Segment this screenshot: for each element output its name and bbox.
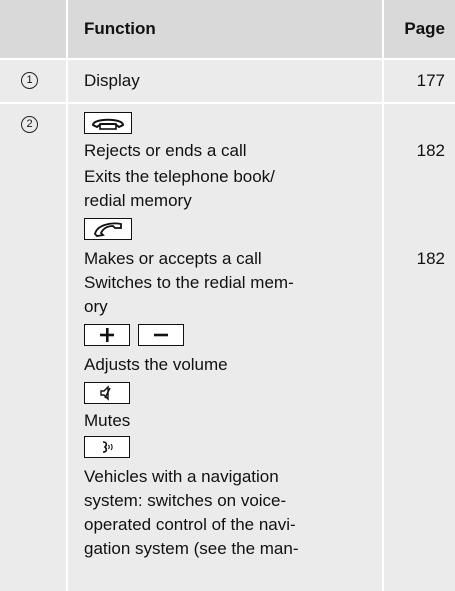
end-call-icon	[84, 112, 132, 134]
row-number: 1	[21, 72, 38, 89]
volume-down-icon	[138, 324, 184, 346]
row-page: 182	[416, 249, 445, 268]
header-page: Page	[404, 19, 445, 38]
line-adjusts-volume: Adjusts the volume	[84, 355, 228, 374]
row-number: 2	[21, 116, 38, 133]
table-header: Function Page	[0, 0, 455, 60]
line-vehicles-nav: Vehicles with a navigation	[84, 467, 279, 486]
line-gation-system: gation system (see the man-	[84, 539, 299, 558]
voice-control-icon	[84, 436, 130, 458]
line-rejects-call: Rejects or ends a call	[84, 141, 247, 160]
header-function: Function	[84, 19, 156, 38]
table-row: 1 Display 177	[0, 60, 455, 104]
line-operated-control: operated control of the navi-	[84, 515, 296, 534]
volume-up-icon	[84, 324, 130, 346]
mute-icon	[84, 382, 130, 404]
line-mutes: Mutes	[84, 411, 131, 430]
line-switches-redial: Switches to the redial mem-	[84, 273, 294, 292]
accept-call-icon	[84, 218, 132, 240]
row-page: 177	[416, 71, 445, 90]
line-ory: ory	[84, 297, 108, 316]
line-system-voice: system: switches on voice-	[84, 491, 287, 510]
row-page: 182	[416, 141, 445, 160]
table-row: 2 Rejects or ends a call 182 Exits the t…	[0, 104, 455, 591]
line-redial-memory: redial memory	[84, 191, 192, 210]
line-exits-book: Exits the telephone book/	[84, 167, 275, 186]
row-text: Display	[84, 71, 140, 90]
line-makes-call: Makes or accepts a call	[84, 249, 262, 268]
